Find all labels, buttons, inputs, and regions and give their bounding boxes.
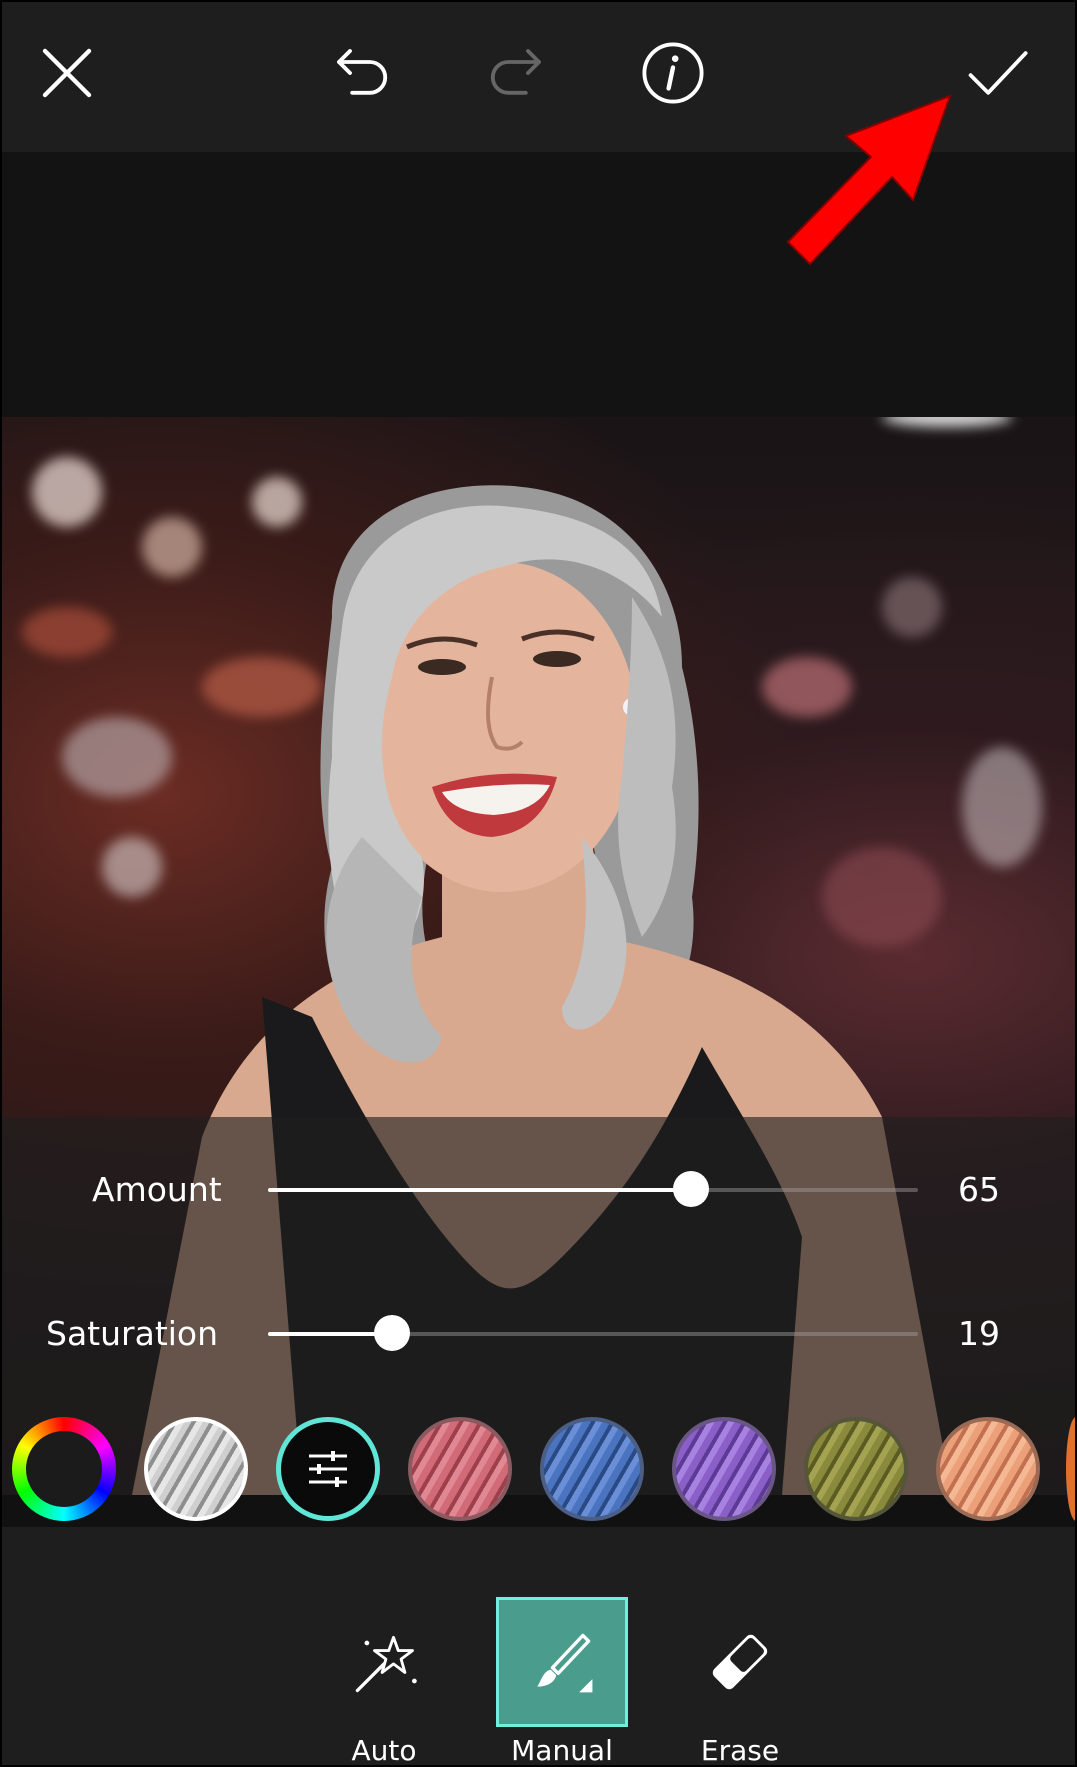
screenshot-border	[0, 0, 1077, 1767]
